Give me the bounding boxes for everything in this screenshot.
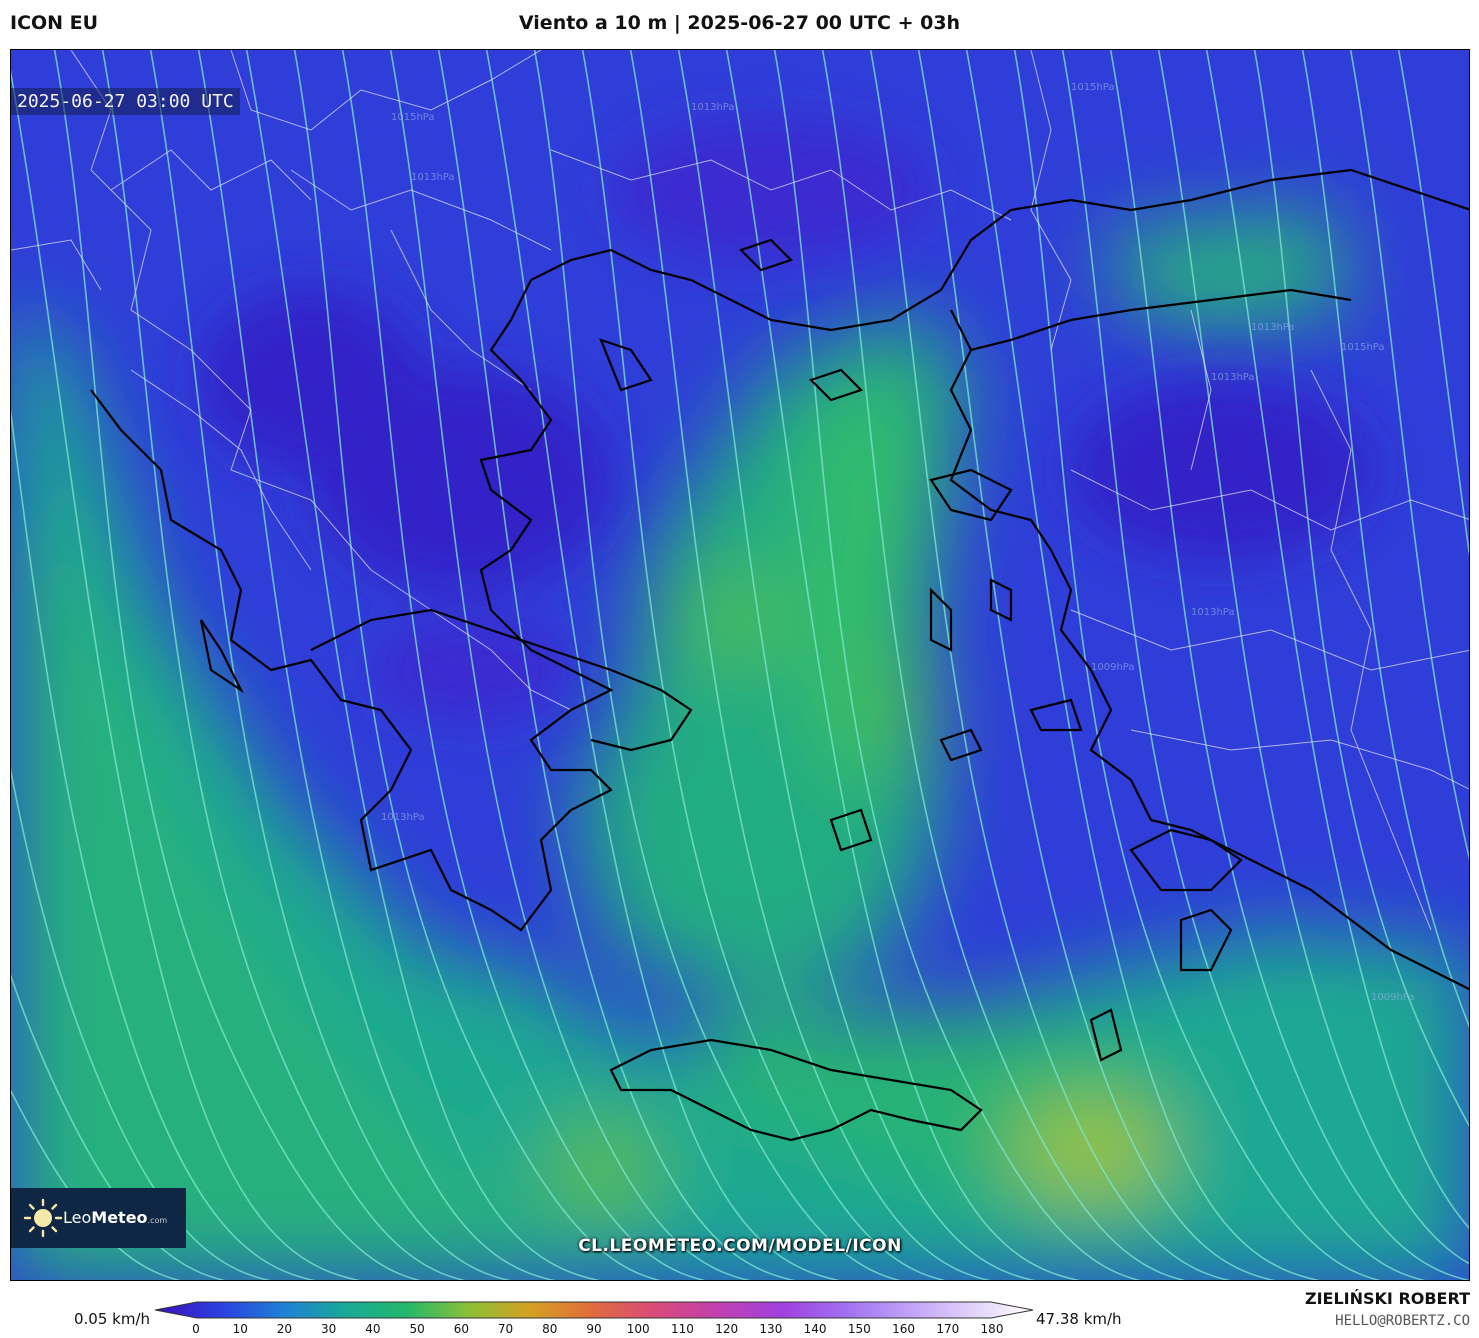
colorbar-max-label: 47.38 km/h: [1036, 1310, 1122, 1328]
wind-field-svg: 1015hPa 1013hPa 1013hPa 1013hPa 1015hPa …: [11, 50, 1469, 1280]
colorbar-tick: 10: [232, 1322, 248, 1336]
colorbar-tick: 50: [409, 1322, 425, 1336]
colorbar: [155, 1301, 1033, 1319]
colorbar-tick: 150: [847, 1322, 871, 1336]
colorbar-tick: 60: [453, 1322, 469, 1336]
colorbar-tick: 40: [365, 1322, 381, 1336]
colorbar-tick: 170: [936, 1322, 960, 1336]
sun-icon: [23, 1198, 63, 1238]
svg-text:1015hPa: 1015hPa: [1071, 82, 1115, 93]
colorbar-tick: 90: [586, 1322, 602, 1336]
svg-text:1013hPa: 1013hPa: [1211, 372, 1255, 383]
colorbar-tick: 70: [497, 1322, 514, 1336]
colorbar-tick: 80: [542, 1322, 558, 1336]
colorbar-tick: 20: [276, 1322, 293, 1336]
colorbar-tick: 0: [192, 1322, 200, 1336]
colorbar-tick: 110: [670, 1322, 694, 1336]
valid-time-label: 2025-06-27 03:00 UTC: [11, 88, 240, 115]
map-title: Viento a 10 m | 2025-06-27 00 UTC + 03h: [518, 12, 961, 34]
colorbar-tick: 160: [892, 1322, 915, 1336]
svg-text:1015hPa: 1015hPa: [391, 112, 435, 123]
author-name: ZIELIŃSKI ROBERT: [1304, 1289, 1470, 1308]
svg-text:1009hPa: 1009hPa: [1371, 992, 1415, 1003]
colorbar-tick: 180: [980, 1322, 1004, 1336]
svg-text:1013hPa: 1013hPa: [691, 102, 735, 113]
svg-text:1009hPa: 1009hPa: [1091, 662, 1135, 673]
logo-text: LeoMeteo.com: [63, 1208, 168, 1227]
colorbar-tick: 100: [626, 1322, 650, 1336]
wind-map[interactable]: 1015hPa 1013hPa 1013hPa 1013hPa 1015hPa …: [10, 49, 1470, 1281]
svg-text:1013hPa: 1013hPa: [1191, 607, 1235, 618]
colorbar-tick: 30: [321, 1322, 337, 1336]
colorbar-tick: 140: [803, 1322, 827, 1336]
svg-text:1015hPa: 1015hPa: [1341, 342, 1385, 353]
svg-text:1013hPa: 1013hPa: [381, 812, 425, 823]
colorbar-tick: 120: [715, 1322, 739, 1336]
svg-text:1013hPa: 1013hPa: [1251, 322, 1295, 333]
colorbar-min-label: 0.05 km/h: [74, 1310, 151, 1328]
svg-text:1013hPa: 1013hPa: [411, 172, 455, 183]
colorbar-tick: 130: [759, 1322, 783, 1336]
source-url[interactable]: CL.LEOMETEO.COM/MODEL/ICON: [11, 1236, 1469, 1256]
author-email[interactable]: HELLO@ROBERTZ.CO: [1335, 1313, 1470, 1329]
